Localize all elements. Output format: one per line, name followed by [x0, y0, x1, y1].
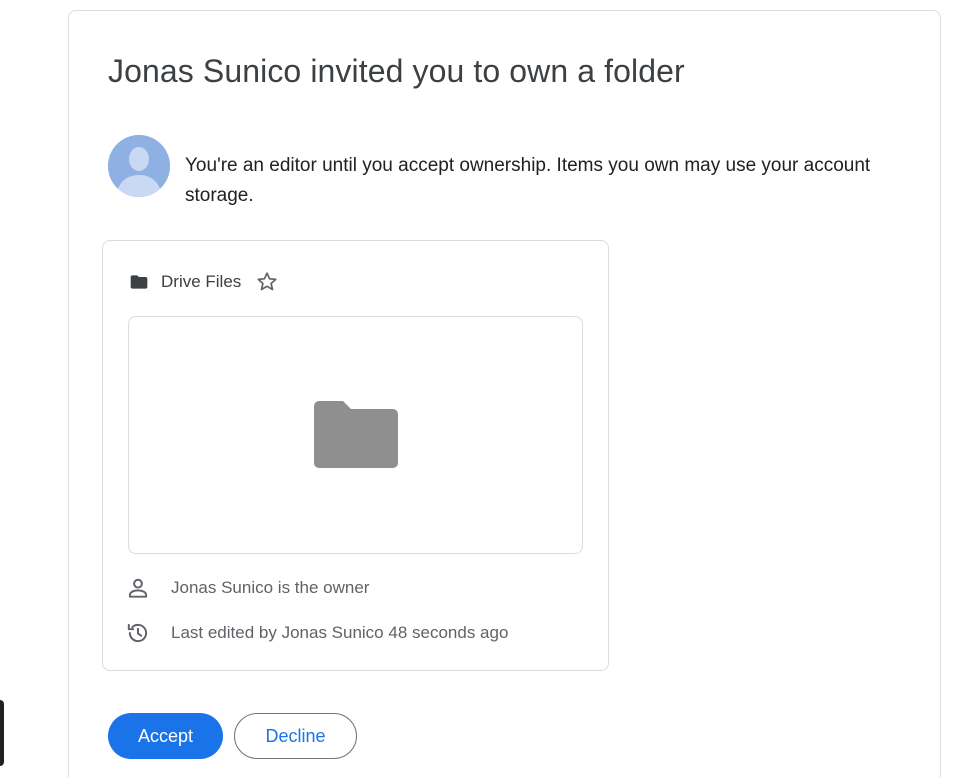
file-header: Drive Files	[129, 267, 279, 297]
avatar	[108, 135, 170, 197]
decline-button[interactable]: Decline	[234, 713, 357, 759]
owner-row: Jonas Sunico is the owner	[125, 573, 369, 603]
accept-button[interactable]: Accept	[108, 713, 223, 759]
star-icon[interactable]	[255, 270, 279, 294]
file-card[interactable]: Drive Files Jonas Sunico is the owner La…	[102, 240, 609, 671]
person-icon	[128, 578, 148, 598]
action-buttons: Accept Decline	[108, 713, 357, 759]
invitation-card: Jonas Sunico invited you to own a folder…	[68, 10, 941, 777]
folder-icon	[130, 275, 148, 289]
default-avatar-icon	[108, 135, 170, 197]
folder-preview[interactable]	[128, 316, 583, 554]
last-edited-row: Last edited by Jonas Sunico 48 seconds a…	[125, 618, 508, 648]
owner-text: Jonas Sunico is the owner	[171, 578, 370, 597]
ownership-message: You're an editor until you accept owners…	[185, 155, 871, 206]
last-edited-text: Last edited by Jonas Sunico 48 seconds a…	[171, 623, 509, 642]
page: Jonas Sunico invited you to own a folder…	[0, 0, 965, 777]
side-panel-handle[interactable]	[0, 700, 4, 766]
folder-preview-icon	[313, 401, 398, 468]
page-title: Jonas Sunico invited you to own a folder	[108, 53, 685, 89]
file-name[interactable]: Drive Files	[161, 272, 241, 292]
history-icon	[127, 623, 148, 643]
